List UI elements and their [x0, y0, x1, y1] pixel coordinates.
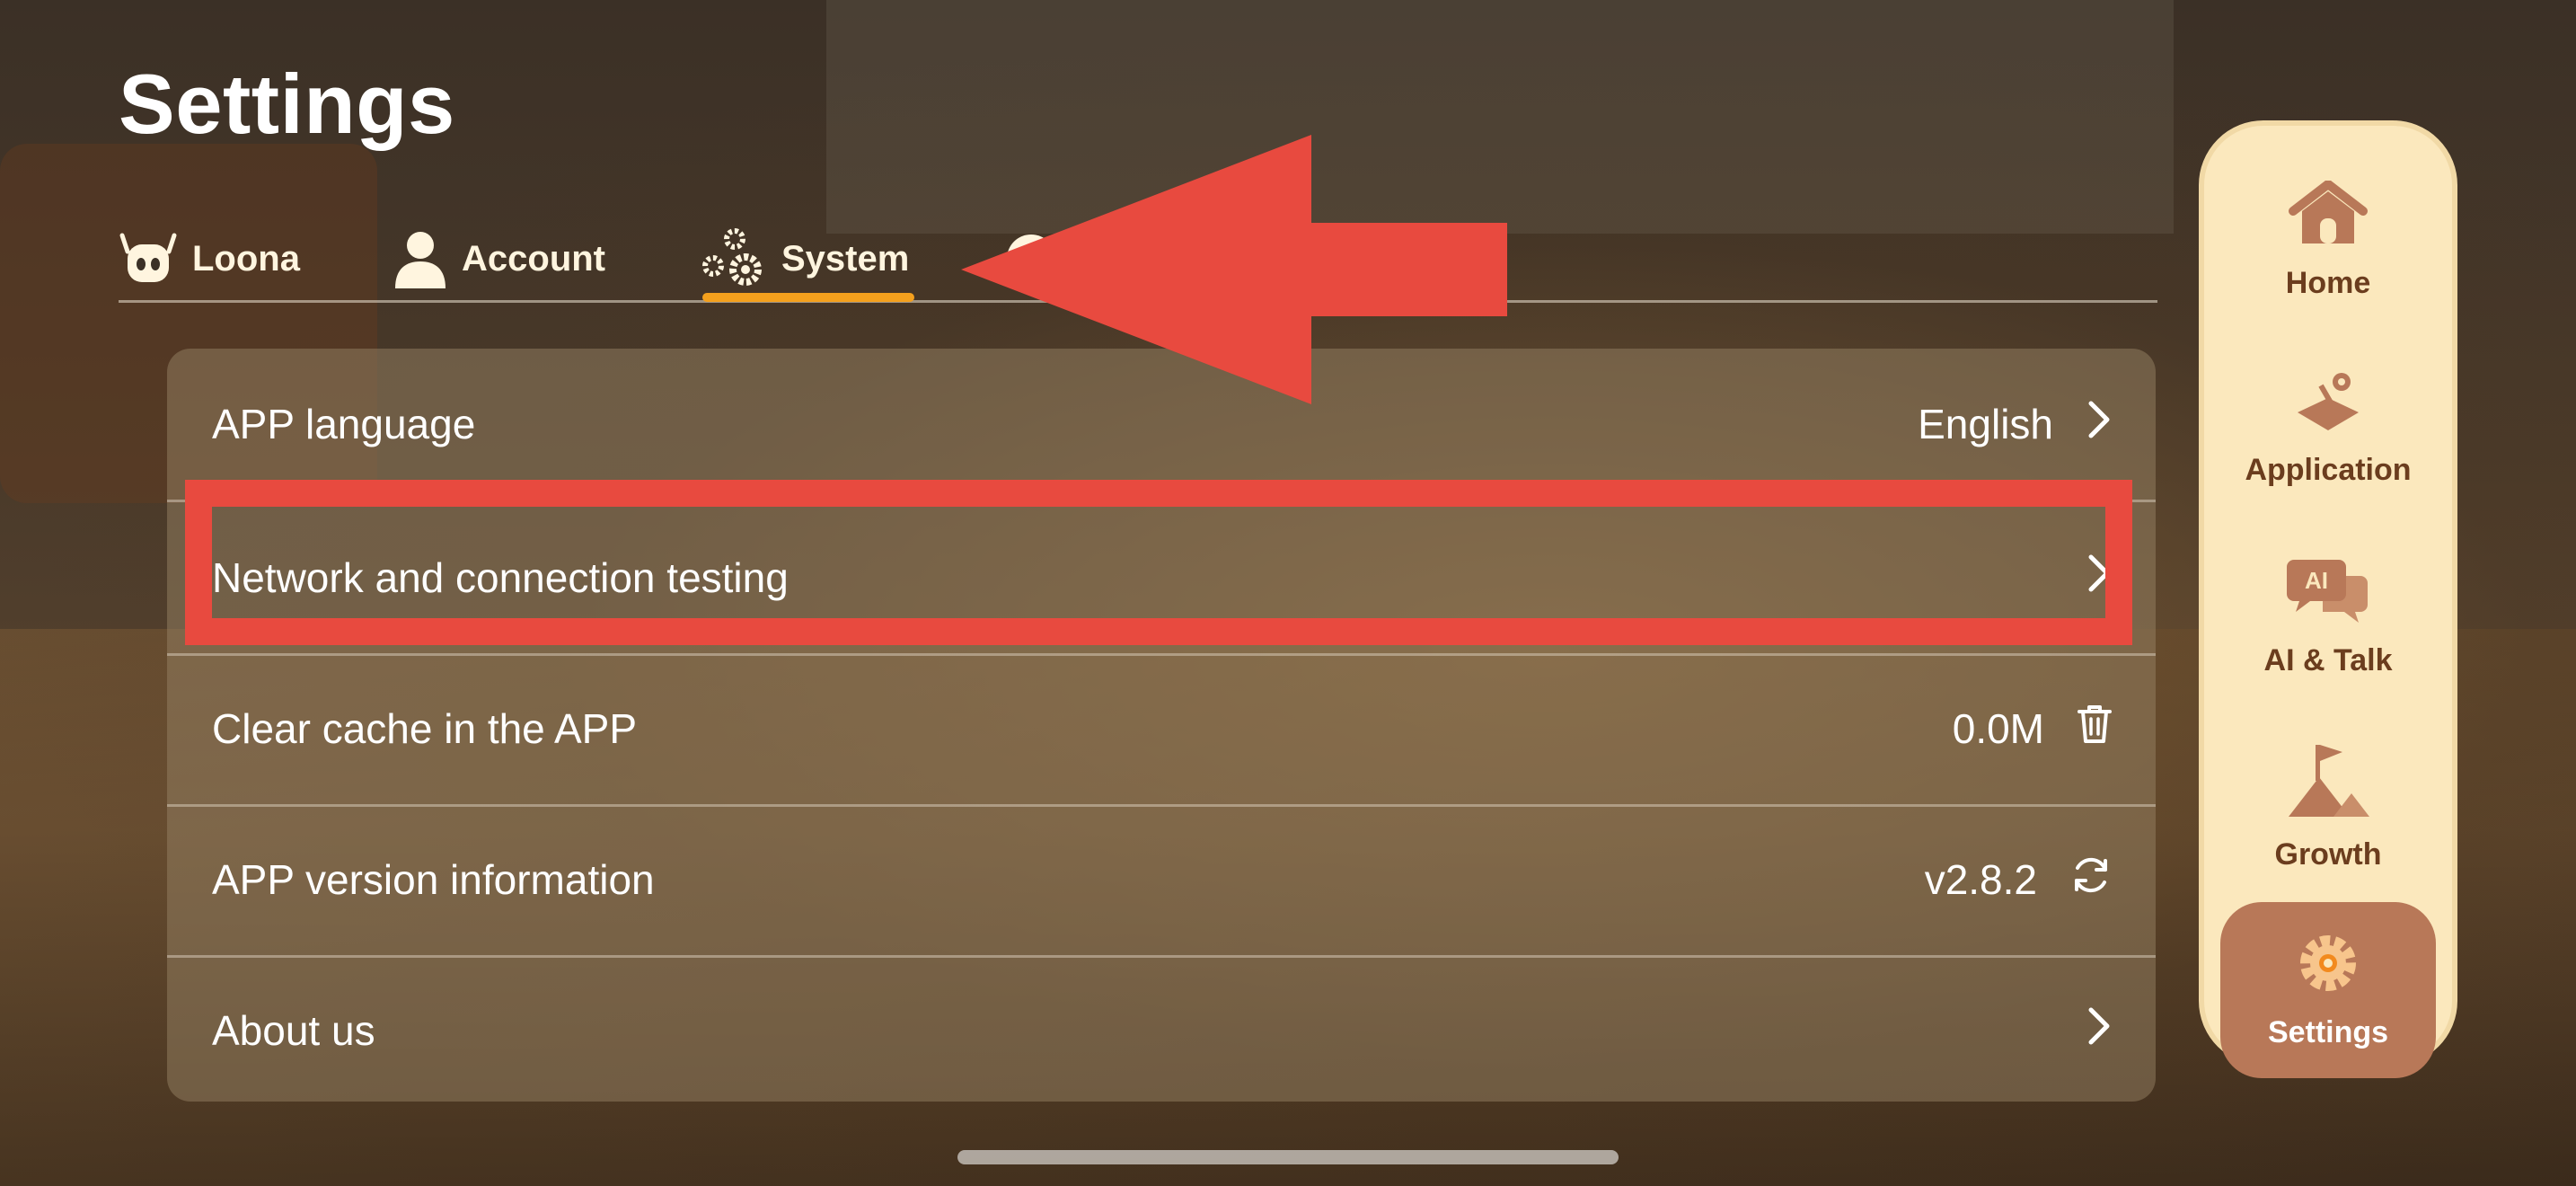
setting-label: About us	[212, 1007, 375, 1054]
annotation-highlight-box	[185, 480, 2132, 645]
nav-label: Growth	[2274, 837, 2382, 872]
tab-account[interactable]: Account	[393, 223, 605, 295]
setting-row-app-version[interactable]: APP version information v2.8.2	[167, 804, 2156, 955]
tab-label: Loona	[192, 238, 300, 279]
setting-label: APP language	[212, 401, 476, 447]
joystick-icon	[2292, 371, 2364, 442]
setting-value: v2.8.2	[1924, 856, 2037, 903]
nav-item-application[interactable]: Application	[2220, 341, 2436, 518]
setting-value: English	[1918, 401, 2053, 447]
annotation-arrow	[961, 135, 1507, 404]
svg-text:AI: AI	[2305, 567, 2328, 594]
setting-label: Clear cache in the APP	[212, 705, 638, 752]
nav-item-home[interactable]: Home	[2220, 153, 2436, 329]
nav-label: Home	[2285, 266, 2371, 300]
loona-robot-icon	[119, 232, 178, 286]
nav-label: Settings	[2267, 1015, 2389, 1049]
person-icon	[393, 229, 447, 288]
side-navigation: Home Application AI AI & Talk Growth Set…	[2199, 120, 2457, 1078]
setting-value: 0.0M	[1952, 705, 2044, 752]
tab-selected-indicator	[702, 293, 914, 302]
refresh-icon[interactable]	[2069, 854, 2113, 907]
system-settings-list: APP language English Network and connect…	[167, 349, 2156, 1102]
tab-system[interactable]: System	[702, 223, 909, 295]
gear-icon	[2295, 930, 2361, 1005]
setting-row-about-us[interactable]: About us	[167, 955, 2156, 1102]
chevron-right-icon	[2086, 1006, 2113, 1056]
setting-row-clear-cache[interactable]: Clear cache in the APP 0.0M	[167, 653, 2156, 804]
tab-label: Account	[462, 238, 605, 279]
home-icon	[2288, 180, 2369, 255]
page-title: Settings	[119, 57, 455, 151]
nav-item-ai-talk[interactable]: AI AI & Talk	[2220, 530, 2436, 706]
ai-chat-icon: AI	[2287, 558, 2369, 633]
setting-label: APP version information	[212, 856, 655, 903]
flag-mountain-icon	[2285, 741, 2371, 827]
nav-item-growth[interactable]: Growth	[2220, 719, 2436, 895]
tab-loona[interactable]: Loona	[119, 223, 300, 295]
nav-label: AI & Talk	[2263, 643, 2393, 677]
nav-item-settings[interactable]: Settings	[2220, 902, 2436, 1078]
chevron-right-icon	[2086, 400, 2113, 449]
trash-icon[interactable]	[2077, 704, 2113, 755]
home-indicator-bar[interactable]	[957, 1150, 1619, 1164]
nav-label: Application	[2245, 453, 2412, 487]
tab-label: System	[781, 238, 910, 279]
gears-icon	[702, 226, 767, 291]
